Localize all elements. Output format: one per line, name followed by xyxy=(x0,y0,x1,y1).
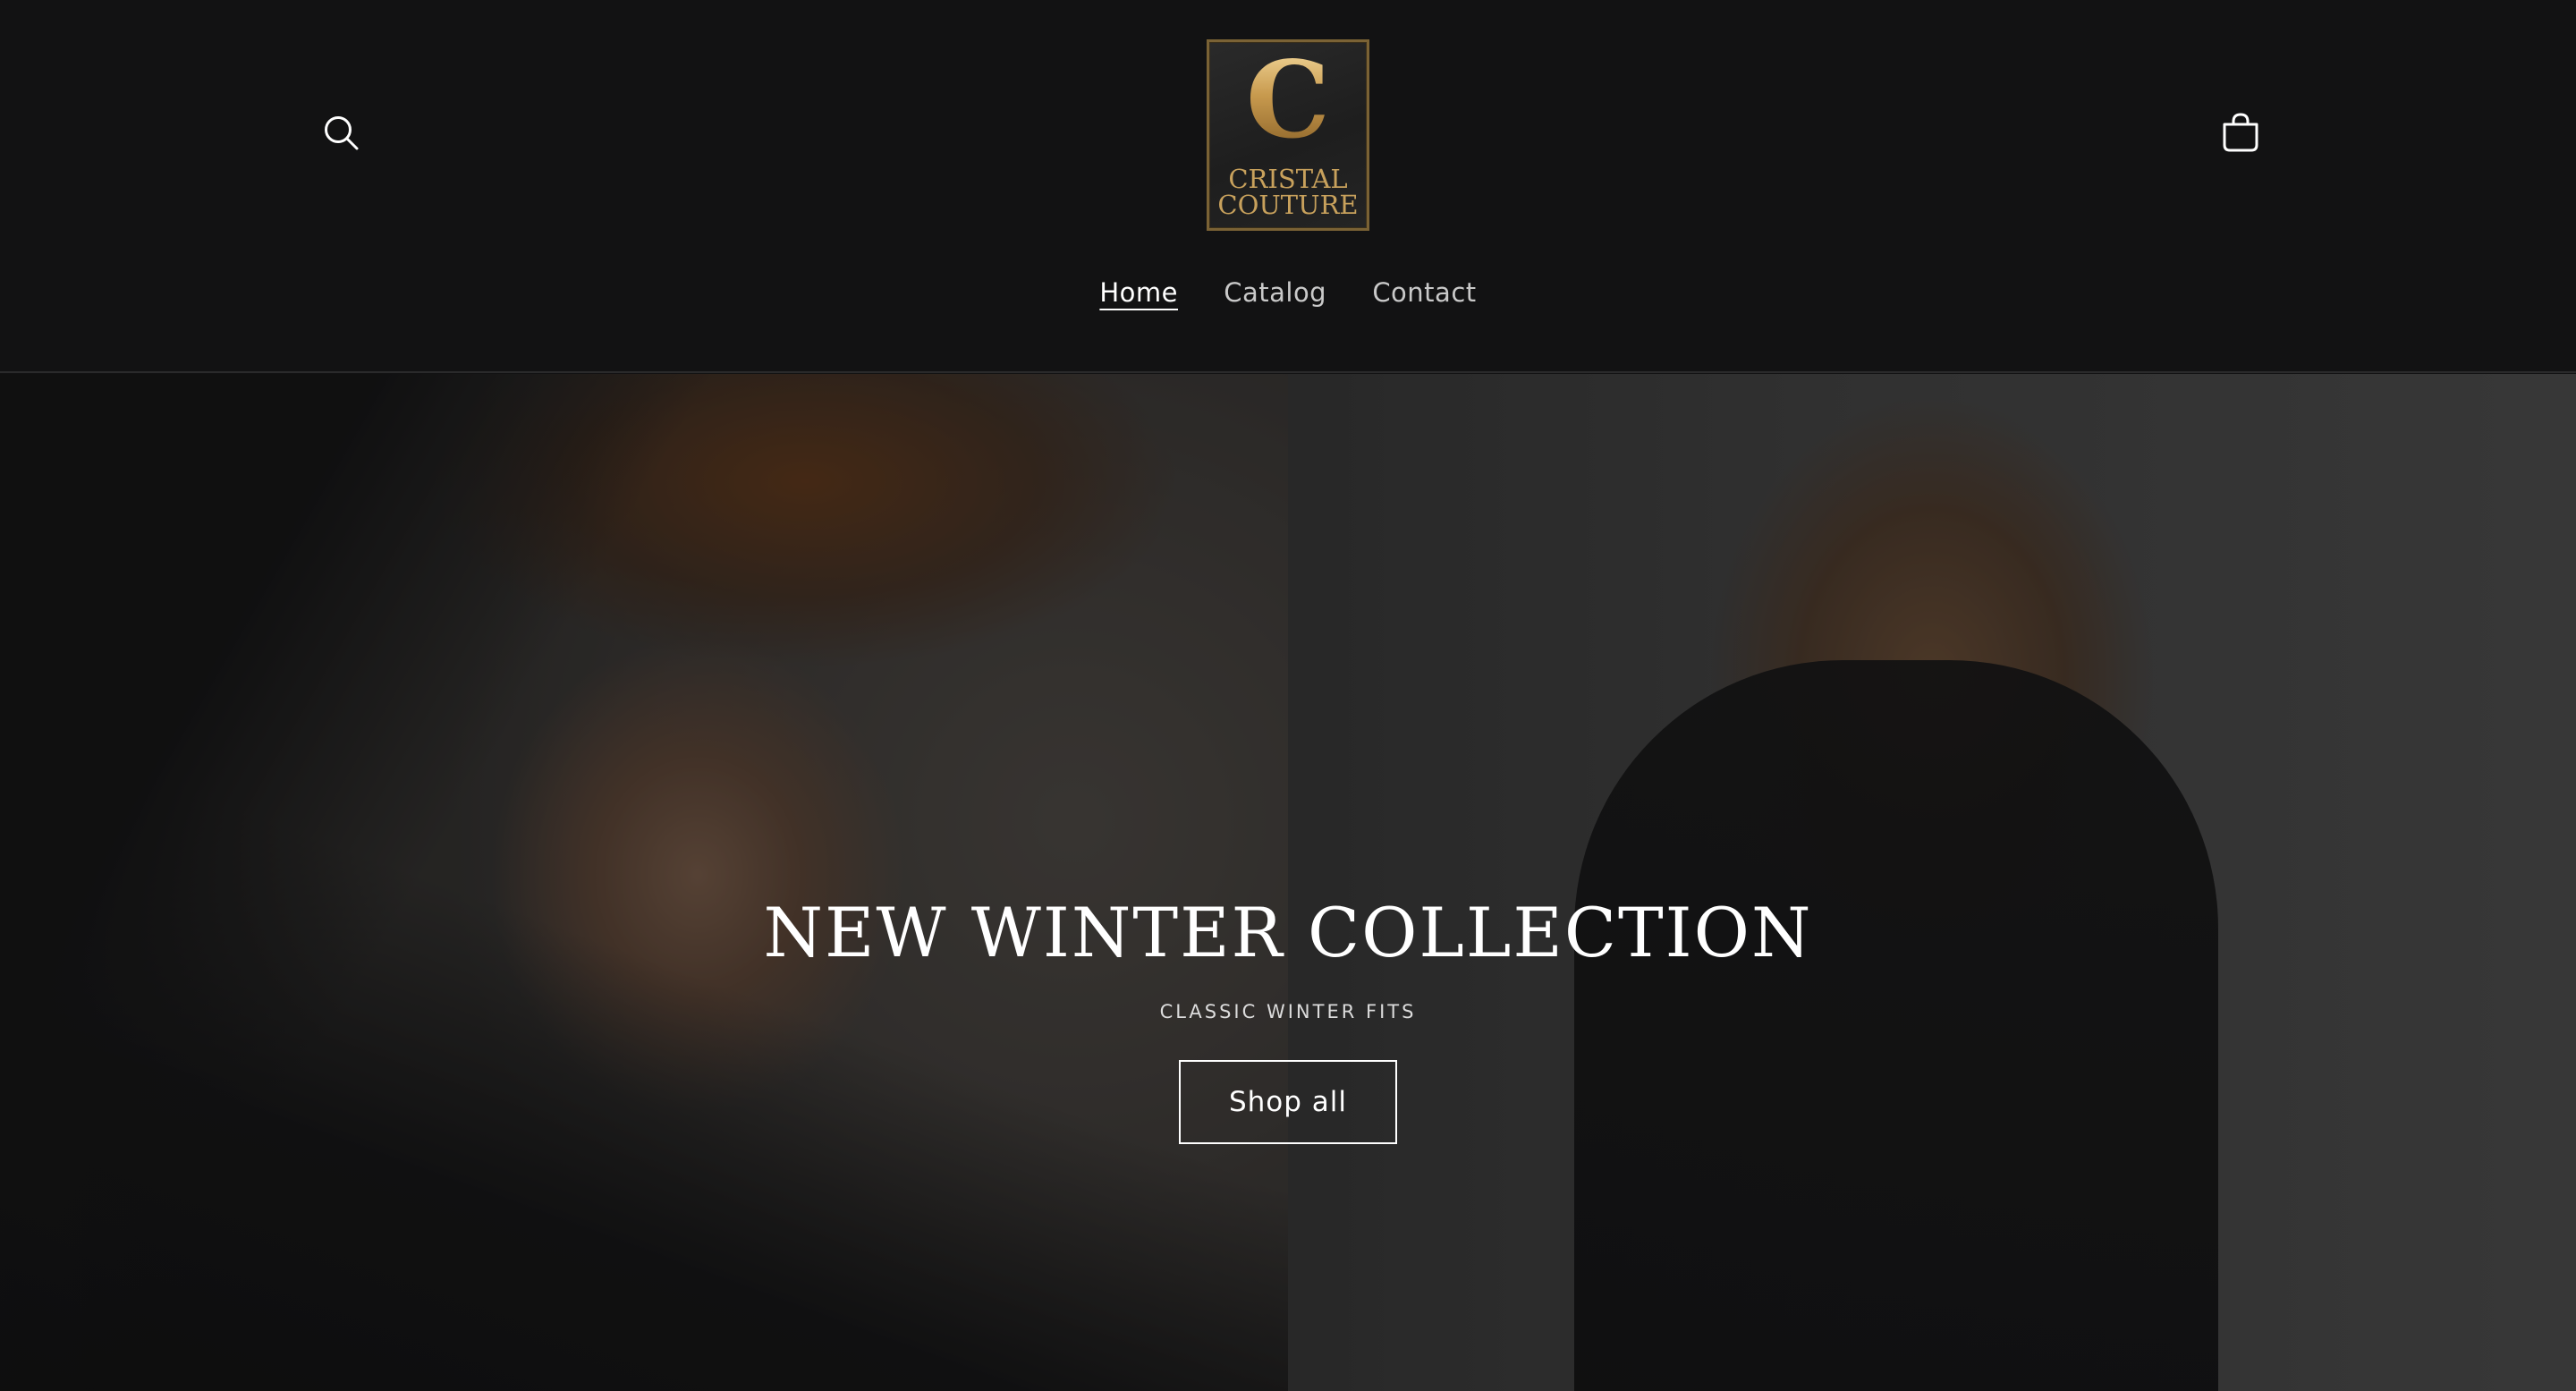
logo-line-2: COUTURE xyxy=(1217,190,1359,220)
hero-banner: NEW WINTER COLLECTION CLASSIC WINTER FIT… xyxy=(0,374,2576,1391)
nav-home[interactable]: Home xyxy=(1099,277,1178,308)
cart-icon xyxy=(2223,113,2258,152)
nav-contact[interactable]: Contact xyxy=(1372,277,1476,308)
search-button[interactable] xyxy=(318,109,366,157)
logo-letter: C xyxy=(1209,47,1367,153)
brand-logo[interactable]: C CRISTAL COUTURE xyxy=(1207,39,1369,231)
hero-title: NEW WINTER COLLECTION xyxy=(763,893,1813,972)
nav-catalog[interactable]: Catalog xyxy=(1224,277,1326,308)
search-icon xyxy=(325,116,359,150)
site-header: C CRISTAL COUTURE Home Catalog Contact xyxy=(0,0,2576,373)
hero-content: NEW WINTER COLLECTION CLASSIC WINTER FIT… xyxy=(0,374,2576,1391)
main-nav: Home Catalog Contact xyxy=(0,277,2576,322)
shop-all-button[interactable]: Shop all xyxy=(1179,1060,1397,1144)
hero-subtitle: CLASSIC WINTER FITS xyxy=(1159,1001,1417,1022)
cart-button[interactable] xyxy=(2216,109,2265,157)
